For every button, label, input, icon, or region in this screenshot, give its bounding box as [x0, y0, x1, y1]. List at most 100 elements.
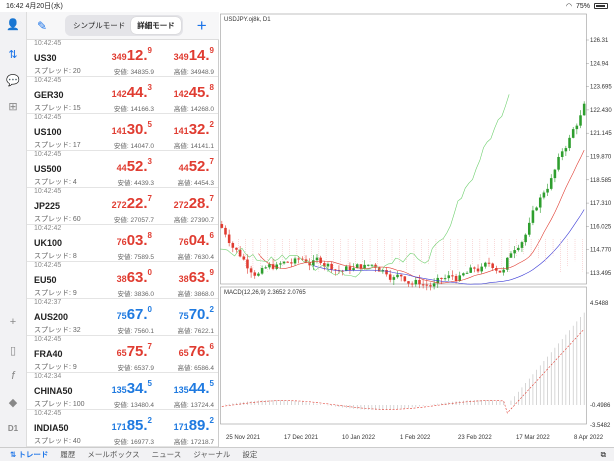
- bid-price[interactable]: 3863.0: [116, 268, 152, 287]
- ask-price[interactable]: 13544.5: [174, 379, 214, 398]
- candle-body: [414, 279, 418, 285]
- quote-row-jp225[interactable]: 10:42:45 JP225 スプレッド: 60 27222.7 27228.7 安値: …: [27, 188, 218, 225]
- macd-label: MACD(12,26,9) 2.3652 2.0765: [224, 290, 306, 296]
- mode-simple-tab[interactable]: シンプルモード: [67, 17, 131, 34]
- ask-price[interactable]: 14132.2: [174, 120, 214, 139]
- bid-price-prefix: 38: [116, 274, 127, 284]
- quote-symbol: JP225: [34, 201, 61, 211]
- quotes-icon[interactable]: ⇅: [5, 46, 21, 62]
- candle-body: [286, 261, 289, 263]
- bid-price[interactable]: 4452.3: [117, 157, 152, 176]
- bid-price-main: 44.: [126, 84, 148, 101]
- macd-tick: -3.5482: [590, 423, 611, 429]
- bid-price[interactable]: 7567.0: [116, 305, 152, 324]
- candle-body: [549, 178, 553, 189]
- ask-price[interactable]: 14245.8: [174, 83, 214, 102]
- quote-row-china50[interactable]: 10:42:34 CHINA50 スプレッド: 100 13534.5 13544.5 安…: [27, 373, 218, 410]
- candle-body: [447, 275, 451, 279]
- objects-icon[interactable]: ◆: [5, 394, 21, 410]
- bid-price-prefix: 75: [116, 311, 127, 321]
- quote-row-aus200[interactable]: 10:42:37 AUS200 スプレッド: 32 7567.0 7570.2 安値: 7…: [27, 299, 218, 336]
- quote-row-india50[interactable]: 10:42:45 INDIA50 スプレッド: 40 17185.2 17189.2 安値…: [27, 410, 218, 447]
- ask-price[interactable]: 7570.2: [179, 305, 214, 324]
- user-icon[interactable]: 👤: [5, 16, 21, 32]
- bid-price[interactable]: 6575.7: [117, 342, 152, 361]
- quote-time: 10:42:45: [34, 151, 62, 158]
- quote-row-us100[interactable]: 10:42:45 US100 スプレッド: 17 14130.5 14132.2 安値: …: [27, 114, 218, 151]
- edit-icon[interactable]: ✎: [37, 19, 55, 33]
- mode-detail-tab[interactable]: 詳細モード: [131, 17, 181, 34]
- quote-time: 10:42:45: [34, 336, 62, 343]
- indicator-icon[interactable]: f: [5, 368, 21, 384]
- ask-price[interactable]: 6576.6: [179, 342, 214, 361]
- candles-icon[interactable]: ▯: [5, 342, 21, 358]
- price-chart[interactable]: USDJPY.oj8k, D1 MACD(12,26,9) 2.3652 2.07…: [220, 12, 614, 447]
- tab-3[interactable]: ニュース: [152, 449, 182, 460]
- bid-price[interactable]: 27222.7: [112, 194, 152, 213]
- ask-price-pip: 2: [209, 120, 214, 129]
- candle-body: [517, 247, 520, 251]
- add-window-icon[interactable]: ⊞: [5, 98, 21, 114]
- candle-body: [425, 284, 429, 286]
- chat-icon[interactable]: 💬: [5, 72, 21, 88]
- date-tick: 1 Feb 2022: [400, 435, 431, 441]
- tab-0[interactable]: ⇅ トレード: [10, 449, 48, 460]
- candle-body: [282, 261, 286, 264]
- tab-2[interactable]: メールボックス: [87, 449, 139, 460]
- bid-price[interactable]: 34912.9: [112, 46, 152, 65]
- tab-4[interactable]: ジャーナル: [193, 449, 230, 460]
- ask-price-pip: 8: [209, 83, 214, 92]
- battery-percent: 75%: [575, 2, 590, 10]
- quote-row-fra40[interactable]: 10:42:45 FRA40 スプレッド: 9 6575.7 6576.6 安値: 653…: [27, 336, 218, 373]
- quote-spread: スプレッド: 15: [34, 105, 81, 112]
- candle-body: [502, 269, 505, 273]
- candle-body: [535, 207, 538, 211]
- bid-price[interactable]: 13534.5: [112, 379, 152, 398]
- ask-price[interactable]: 4452.7: [179, 157, 214, 176]
- ask-price[interactable]: 7604.6: [179, 231, 214, 250]
- price-tick: 122.430: [590, 108, 612, 114]
- bid-price-main: 34.: [126, 380, 148, 397]
- tab-1[interactable]: 履歴: [60, 449, 75, 460]
- candle-body: [527, 222, 531, 235]
- ask-price[interactable]: 3863.9: [179, 268, 214, 287]
- ask-price[interactable]: 34914.9: [174, 46, 214, 65]
- quote-row-uk100[interactable]: 10:42:42 UK100 スプレッド: 8 7603.8 7604.6 安値: 758…: [27, 225, 218, 262]
- candle-body: [579, 115, 582, 126]
- candle-body: [480, 266, 483, 272]
- quote-row-eu50[interactable]: 10:42:45 EU50 スプレッド: 9 3863.0 3863.9 安値: 3836…: [27, 262, 218, 299]
- quote-row-us500[interactable]: 10:42:45 US500 スプレッド: 4 4452.3 4452.7 安値: 443…: [27, 151, 218, 188]
- layout-icon[interactable]: ⧉: [601, 450, 606, 460]
- bid-price[interactable]: 17185.2: [112, 416, 152, 435]
- quote-time: 10:42:45: [34, 188, 62, 195]
- ask-price-pip: 7: [209, 157, 214, 166]
- price-tick: 124.94: [590, 61, 609, 67]
- timeframe-icon[interactable]: D1: [5, 420, 21, 436]
- quote-spread: スプレッド: 9: [34, 364, 77, 371]
- bid-price[interactable]: 14130.5: [112, 120, 152, 139]
- add-symbol-icon[interactable]: +: [197, 17, 207, 34]
- quote-high: 高値: 7630.4: [177, 254, 215, 261]
- bid-price[interactable]: 14244.3: [112, 83, 152, 102]
- bid-price[interactable]: 7603.8: [117, 231, 152, 250]
- candle-body: [451, 275, 454, 277]
- candle-body: [246, 259, 249, 269]
- date-tick: 10 Jan 2022: [342, 435, 376, 441]
- quote-symbol: FRA40: [34, 349, 63, 359]
- candle-body: [385, 270, 388, 275]
- quote-high: 高値: 27390.7: [173, 217, 214, 224]
- candle-body: [454, 275, 458, 281]
- quotes-toolbar: ✎ シンプルモード 詳細モード +: [27, 12, 219, 40]
- price-tick: 118.585: [590, 178, 612, 184]
- quote-low: 安値: 4439.3: [117, 180, 155, 187]
- candle-body: [418, 279, 421, 285]
- crosshair-icon[interactable]: +: [5, 314, 21, 330]
- ask-price-main: 76.: [188, 343, 210, 360]
- candle-body: [370, 264, 374, 266]
- ask-price[interactable]: 17189.2: [174, 416, 214, 435]
- ask-price-main: 45.: [188, 84, 210, 101]
- tab-5[interactable]: 設定: [242, 449, 257, 460]
- quote-row-ger30[interactable]: 10:42:45 GER30 スプレッド: 15 14244.3 14245.8 安値: …: [27, 77, 218, 114]
- quote-row-us30[interactable]: 10:42:45 US30 スプレッド: 20 34912.9 34914.9 安値: 3…: [27, 40, 218, 77]
- ask-price[interactable]: 27228.7: [174, 194, 214, 213]
